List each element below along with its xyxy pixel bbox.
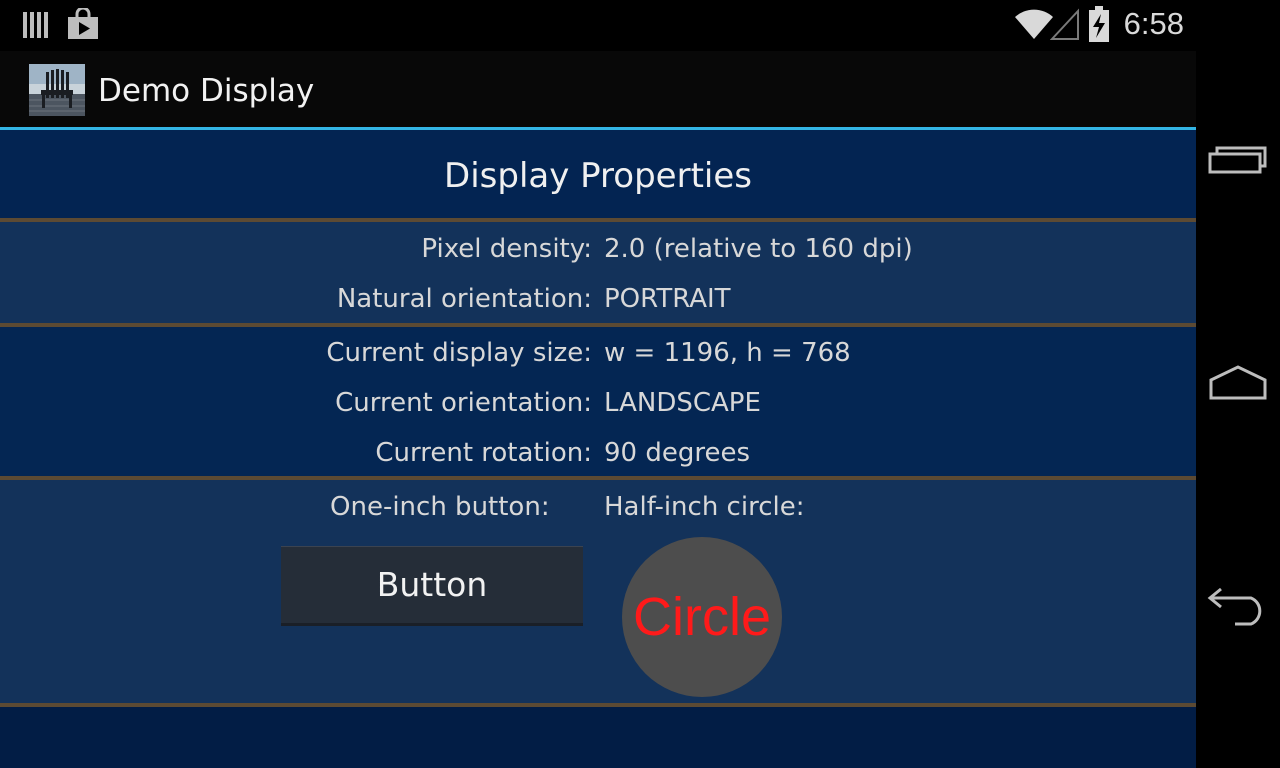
- recent-apps-icon[interactable]: [1202, 123, 1274, 195]
- play-store-bag-icon: [66, 6, 100, 44]
- natural-orientation-label: Natural orientation:: [336, 284, 592, 314]
- current-display-size-label: Current display size:: [326, 338, 592, 368]
- current-properties-section: Current display size: w = 1196, h = 768 …: [0, 327, 1196, 476]
- back-icon[interactable]: [1202, 570, 1274, 642]
- app-chair-icon[interactable]: [29, 64, 85, 116]
- one-inch-button[interactable]: Button: [281, 546, 583, 626]
- pixel-density-value: 2.0 (relative to 160 dpi): [604, 234, 913, 264]
- half-inch-circle-label: Half-inch circle:: [604, 492, 805, 522]
- physical-size-demo-section: One-inch button: Half-inch circle: Butto…: [0, 480, 1196, 703]
- action-bar: Demo Display: [0, 51, 1196, 127]
- wifi-icon: [1014, 8, 1054, 44]
- page-title: Display Properties: [444, 156, 752, 196]
- natural-orientation-value: PORTRAIT: [604, 284, 731, 314]
- navigation-bar: [1196, 0, 1280, 768]
- battery-charging-icon: [1088, 6, 1110, 46]
- one-inch-button-label: One-inch button:: [330, 492, 550, 522]
- current-orientation-value: LANDSCAPE: [604, 388, 761, 418]
- current-orientation-label: Current orientation:: [335, 388, 592, 418]
- natural-properties-section: Pixel density: 2.0 (relative to 160 dpi)…: [0, 222, 1196, 323]
- footer-area: [0, 707, 1196, 768]
- cell-signal-icon: [1049, 8, 1080, 44]
- app-screen: 6:58 Demo Display Display Properties Pix…: [0, 0, 1196, 768]
- home-icon[interactable]: [1202, 347, 1274, 419]
- current-rotation-value: 90 degrees: [604, 438, 751, 468]
- half-inch-circle: Circle: [622, 537, 782, 697]
- notification-bars-icon: [22, 10, 50, 44]
- pixel-density-label: Pixel density:: [421, 234, 592, 264]
- display-properties-header: Display Properties: [0, 130, 1196, 218]
- app-title: Demo Display: [98, 73, 315, 109]
- status-time: 6:58: [1123, 6, 1184, 41]
- current-rotation-label: Current rotation:: [375, 438, 592, 468]
- status-bar: 6:58: [0, 0, 1196, 51]
- current-display-size-value: w = 1196, h = 768: [604, 338, 851, 368]
- circle-text: Circle: [632, 587, 771, 647]
